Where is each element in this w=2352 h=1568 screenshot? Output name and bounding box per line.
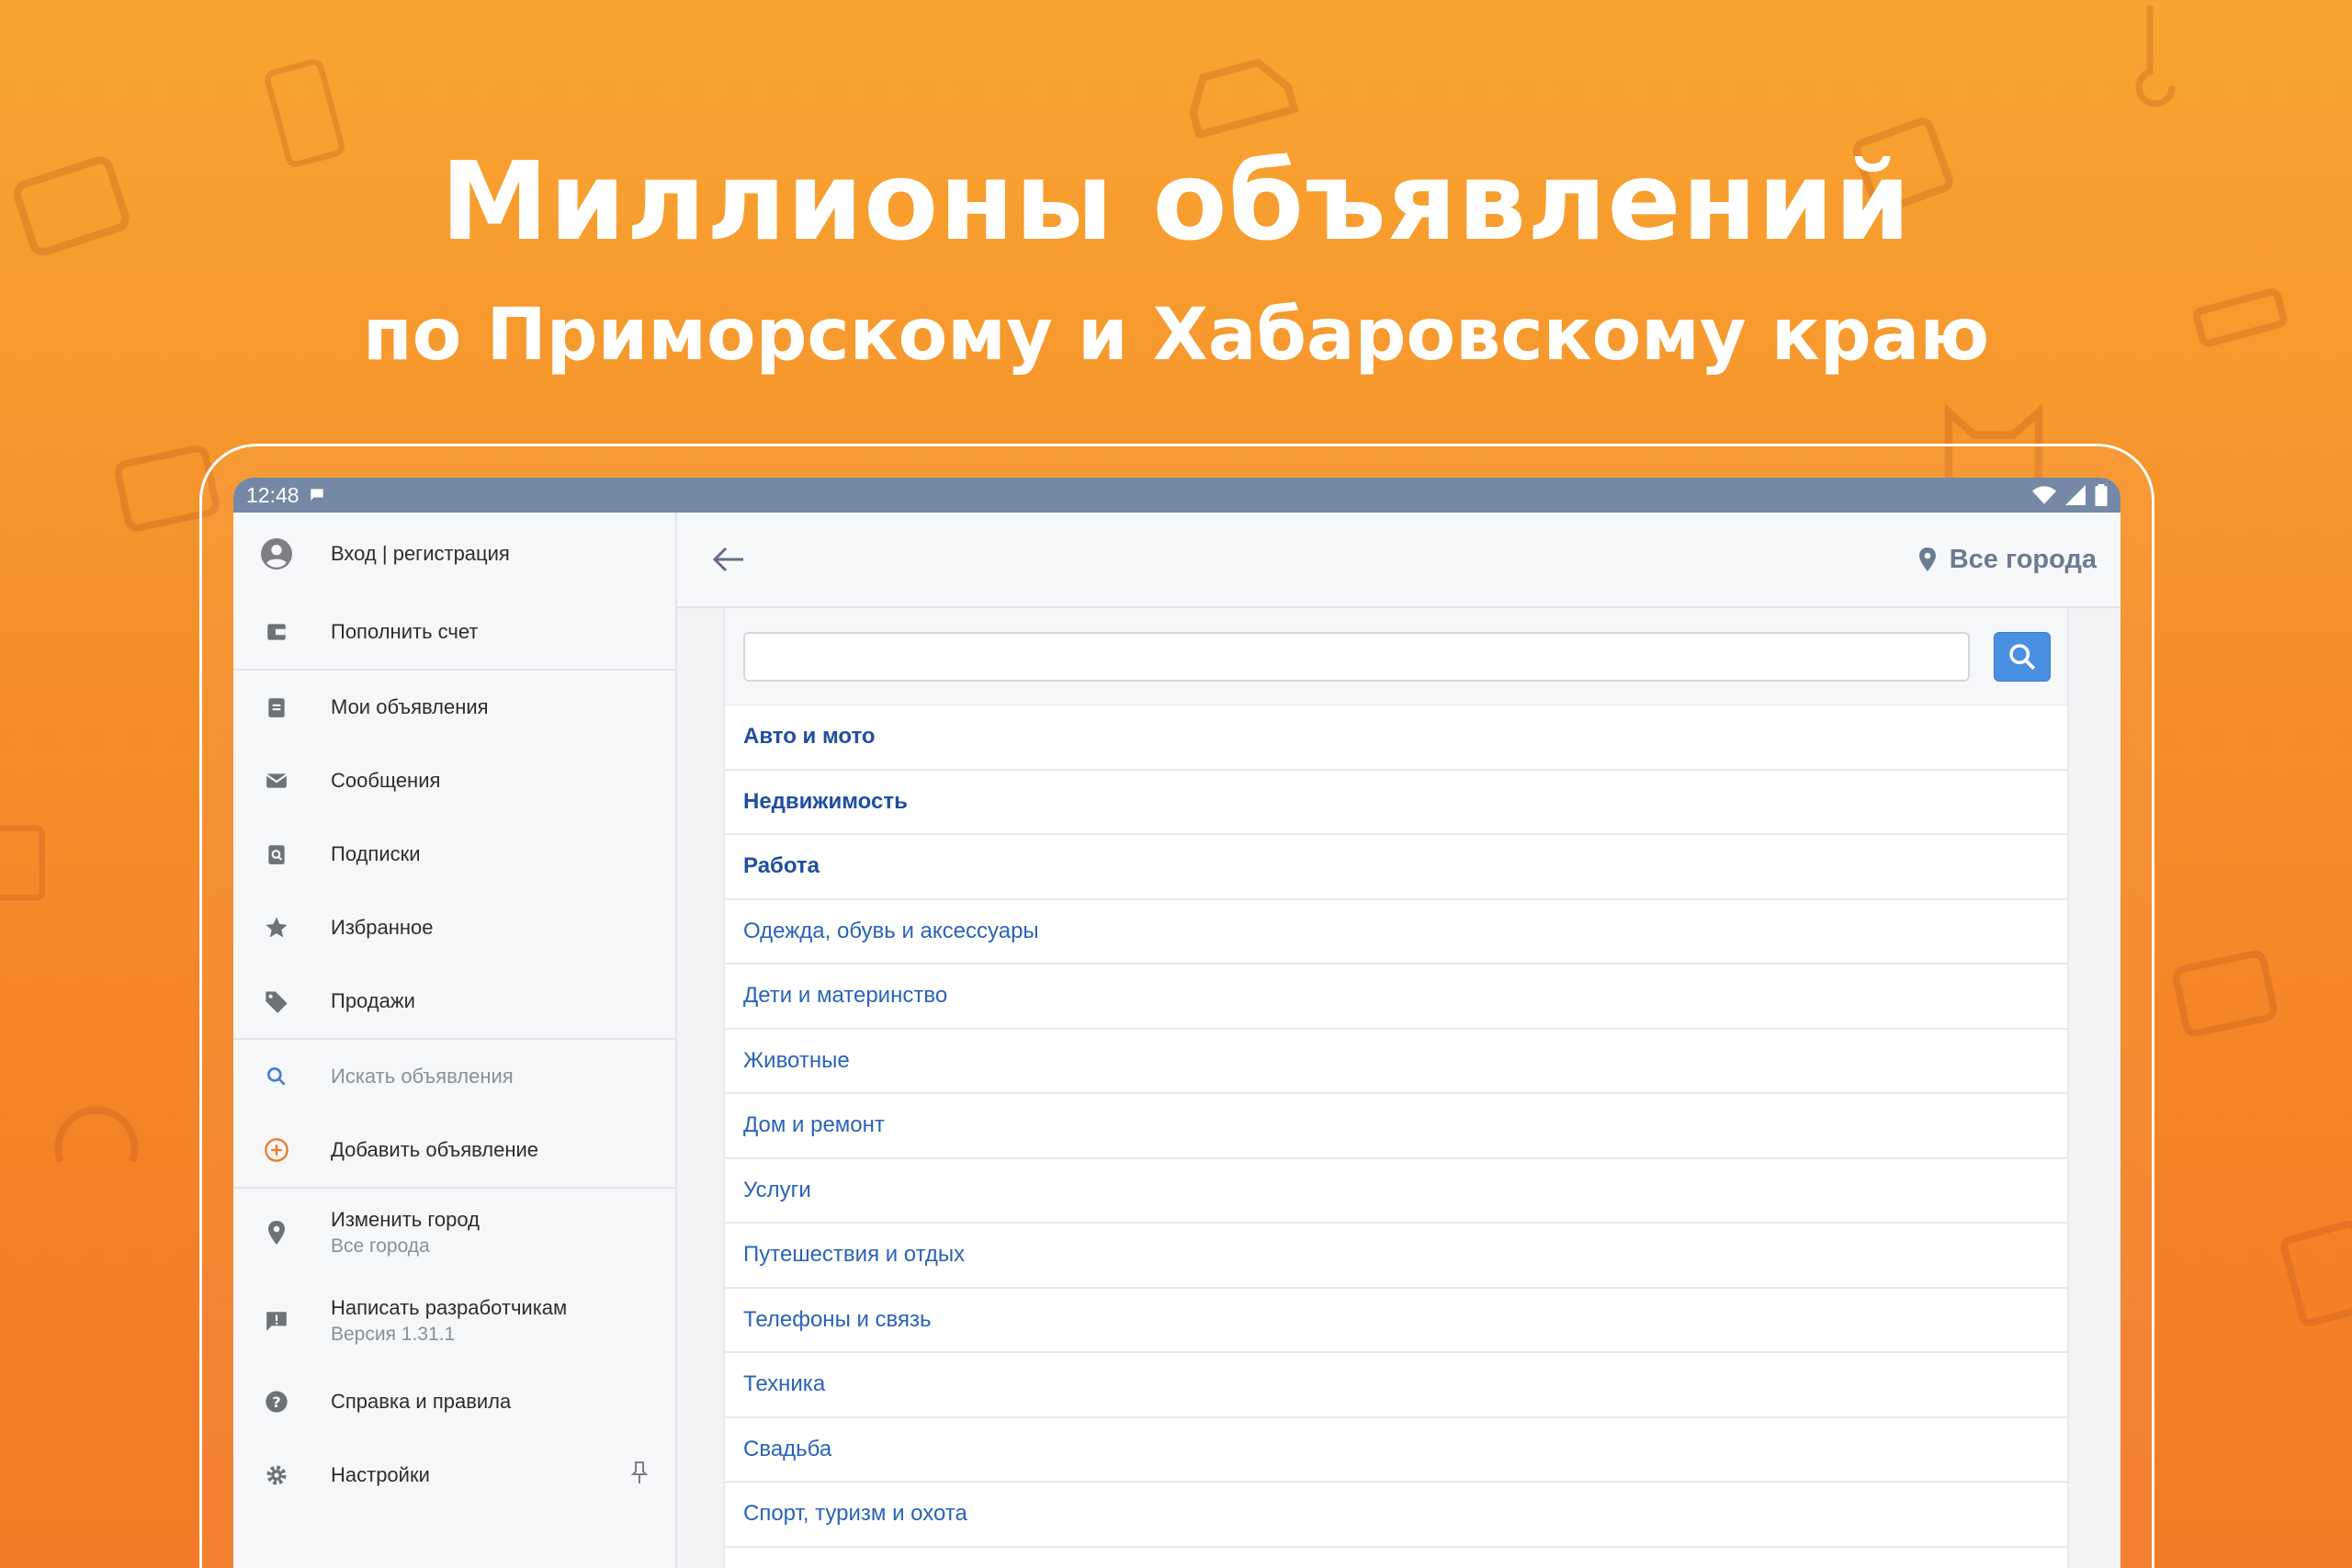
star-icon (261, 912, 292, 943)
clipboard-icon (261, 692, 292, 723)
drawer-item-add-ad[interactable]: Добавить объявление (233, 1113, 675, 1187)
drawer-add-label: Добавить объявление (331, 1138, 539, 1161)
drawer-item-label: Подписки (331, 842, 421, 865)
battery-status-icon (2095, 484, 2108, 506)
drawer-help-label: Справка и правила (331, 1390, 512, 1413)
drawer-item-settings[interactable]: Настройки (233, 1438, 675, 1512)
drawer-item-label: Продажи (331, 989, 415, 1012)
app-bar: Все города (677, 513, 2120, 608)
drawer-change-city-value: Все города (331, 1235, 430, 1257)
status-bar: 12:48 (233, 478, 2120, 513)
headphones-icon (54, 1106, 139, 1163)
box-icon-2 (0, 825, 46, 901)
drawer-item-label: Сообщения (331, 769, 441, 792)
drawer-item-my-ads[interactable]: Мои объявления (233, 671, 675, 744)
wallet-icon (261, 616, 292, 648)
category-panel: Авто и мото Недвижимость Работа Одежда, … (723, 608, 2069, 1568)
subscription-icon (261, 839, 292, 870)
search-input[interactable] (743, 631, 1970, 682)
arrow-back-icon (712, 547, 743, 572)
drawer-search-label: Искать объявления (331, 1065, 514, 1088)
chat-notification-icon (310, 489, 323, 501)
feedback-icon (261, 1305, 292, 1337)
suitcase-icon-2 (2172, 950, 2278, 1037)
category-item[interactable]: Дом и ремонт (725, 1094, 2067, 1159)
drawer-item-help[interactable]: ? Справка и правила (233, 1365, 675, 1438)
mail-icon (261, 765, 292, 796)
drawer-feedback-label: Написать разработчикам (331, 1296, 568, 1319)
drawer-item-messages[interactable]: Сообщения (233, 744, 675, 818)
drawer-item-topup[interactable]: Пополнить счет (233, 595, 675, 669)
category-item[interactable]: Услуги (725, 1159, 2067, 1224)
drawer-item-feedback[interactable]: Написать разработчикам Версия 1.31.1 (233, 1277, 675, 1365)
city-label: Все города (1949, 544, 2097, 574)
help-icon: ? (261, 1386, 292, 1417)
promo-headline: Миллионы объявлений (440, 138, 1912, 265)
drawer-login-label: Вход | регистрация (331, 542, 510, 565)
search-icon (2009, 643, 2036, 670)
category-item[interactable]: Путешествия и отдых (725, 1224, 2067, 1289)
drawer-item-label: Мои объявления (331, 695, 489, 718)
location-pin-icon (261, 1217, 292, 1248)
search-button[interactable] (1994, 631, 2051, 682)
category-list: Авто и мото Недвижимость Работа Одежда, … (725, 705, 2067, 1548)
category-item[interactable]: Свадьба (725, 1418, 2067, 1483)
wifi-icon (2032, 486, 2056, 504)
drawer-item-favorites[interactable]: Избранное (233, 891, 675, 964)
tag-icon (261, 986, 292, 1017)
category-item[interactable]: Животные (725, 1030, 2067, 1094)
hook-icon (2135, 6, 2176, 107)
gear-icon (261, 1460, 292, 1491)
app-screen: 12:48 Вход | регистрация Пополнить счет (233, 478, 2120, 1568)
city-selector[interactable]: Все города (1917, 545, 2097, 575)
drawer-item-login[interactable]: Вход | регистрация (233, 513, 675, 595)
category-item[interactable]: Недвижимость (725, 771, 2067, 835)
signal-icon (2065, 485, 2086, 505)
drawer-settings-label: Настройки (331, 1463, 430, 1486)
back-button[interactable] (712, 541, 749, 578)
promo-subheadline: по Приморскому и Хабаровскому краю (362, 294, 1990, 377)
add-circle-icon (261, 1134, 292, 1166)
search-icon (261, 1061, 292, 1092)
navigation-drawer: Вход | регистрация Пополнить счет Мои об… (233, 513, 677, 1568)
drawer-change-city-label: Изменить город (331, 1208, 480, 1231)
drawer-item-label: Избранное (331, 916, 434, 939)
drawer-item-sales[interactable]: Продажи (233, 964, 675, 1038)
car-icon (1189, 58, 1299, 138)
drawer-item-subscriptions[interactable]: Подписки (233, 818, 675, 891)
search-bar (725, 608, 2067, 705)
gift-icon (2280, 1220, 2352, 1327)
drawer-topup-label: Пополнить счет (331, 620, 479, 643)
category-item[interactable]: Дети и материнство (725, 964, 2067, 1030)
location-pin-icon (1918, 547, 1936, 571)
account-circle-icon (261, 538, 292, 570)
drawer-item-change-city[interactable]: Изменить город Все города (233, 1189, 675, 1277)
category-item[interactable]: Техника (725, 1353, 2067, 1418)
category-item[interactable]: Спорт, туризм и охота (725, 1483, 2067, 1548)
svg-text:?: ? (272, 1393, 280, 1411)
app-version-text: Версия 1.31.1 (331, 1324, 456, 1345)
category-item[interactable]: Работа (725, 835, 2067, 900)
category-item[interactable]: Одежда, обувь и аксессуары (725, 900, 2067, 964)
pin-icon[interactable] (630, 1461, 649, 1490)
category-item[interactable]: Телефоны и связь (725, 1289, 2067, 1353)
status-time: 12:48 (246, 482, 300, 507)
main-panel: Все города Авто и мото Недвижимость Рабо… (677, 513, 2120, 1568)
category-item[interactable]: Авто и мото (725, 705, 2067, 771)
drawer-item-search-ads[interactable]: Искать объявления (233, 1040, 675, 1113)
